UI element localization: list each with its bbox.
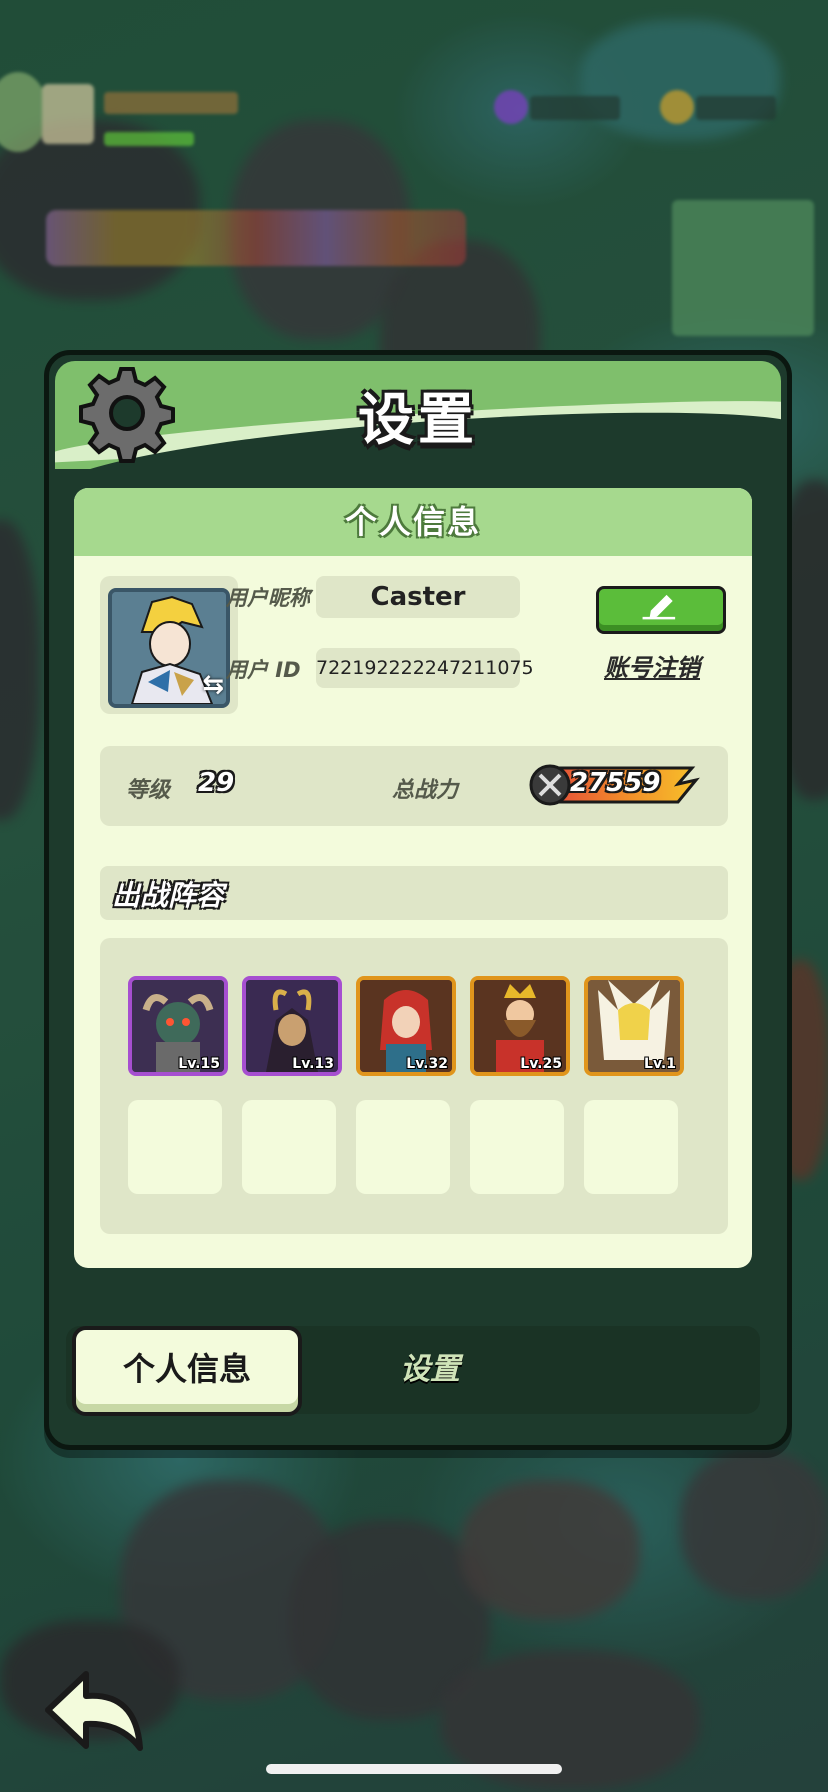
gem-icon <box>494 90 528 124</box>
compass-icon <box>0 72 48 152</box>
nickname-field: Caster <box>316 576 520 618</box>
power-label: 总战力 <box>392 778 459 803</box>
hero-slot-1[interactable]: Lv.15 <box>128 976 228 1076</box>
back-arrow-icon[interactable] <box>40 1662 150 1762</box>
lineup-header: 出战阵容 <box>100 866 728 920</box>
avatar-frame[interactable]: ⇆ <box>100 576 238 714</box>
empty-slot[interactable] <box>470 1100 564 1194</box>
hud-exp-bar <box>104 132 194 146</box>
dialog-title: 设置 <box>358 388 478 453</box>
cancel-account-link[interactable]: 账号注销 <box>604 648 700 683</box>
section-title: 个人信息 <box>74 488 752 556</box>
hero-slot-5[interactable]: Lv.1 <box>584 976 684 1076</box>
user-id-field: 722192222247211075 <box>316 648 534 688</box>
nickname-label: 用户昵称 <box>226 586 310 610</box>
hud-hero-strip <box>46 210 466 266</box>
hero-slot-3[interactable]: Lv.32 <box>356 976 456 1076</box>
hero-level: Lv.13 <box>292 1056 334 1072</box>
empty-slot[interactable] <box>584 1100 678 1194</box>
avatar[interactable]: ⇆ <box>108 588 230 708</box>
lineup-grid: Lv.15 Lv.13 Lv.32 Lv.25 Lv.1 <box>100 938 728 1234</box>
tab-personal-info[interactable]: 个人信息 <box>72 1326 302 1416</box>
level-value: 29 <box>198 768 235 798</box>
user-id-label: 用户 ID <box>226 658 301 682</box>
power-badge: 27559 <box>528 762 700 806</box>
gold-icon <box>660 90 694 124</box>
personal-info-card: 个人信息 ⇆ 用户昵称 Caster 用户 ID 722192222247211… <box>74 488 752 1268</box>
power-value: 27559 <box>570 768 661 798</box>
edit-nickname-button[interactable] <box>596 586 726 634</box>
gold-count-bar <box>696 96 776 120</box>
hero-level: Lv.25 <box>520 1056 562 1072</box>
hud-name-bar <box>104 92 238 114</box>
minimap <box>672 200 814 336</box>
hero-level: Lv.32 <box>406 1056 448 1072</box>
player-avatar-hud <box>42 84 94 144</box>
empty-slot[interactable] <box>356 1100 450 1194</box>
swap-icon: ⇆ <box>202 670 224 700</box>
dialog-header: 设置 <box>55 361 781 469</box>
hero-level: Lv.1 <box>644 1056 676 1072</box>
hero-slot-4[interactable]: Lv.25 <box>470 976 570 1076</box>
empty-slot[interactable] <box>128 1100 222 1194</box>
lineup-title: 出战阵容 <box>112 879 225 912</box>
hero-level: Lv.15 <box>178 1056 220 1072</box>
hero-slot-2[interactable]: Lv.13 <box>242 976 342 1076</box>
top-hud <box>0 60 828 360</box>
home-indicator[interactable] <box>266 1764 562 1774</box>
gem-count-bar <box>530 96 620 120</box>
empty-slot[interactable] <box>242 1100 336 1194</box>
pencil-icon <box>642 594 676 620</box>
stats-row: 等级 29 总战力 27559 <box>100 746 728 826</box>
tab-settings[interactable]: 设置 <box>330 1330 530 1410</box>
level-label: 等级 <box>126 778 171 803</box>
